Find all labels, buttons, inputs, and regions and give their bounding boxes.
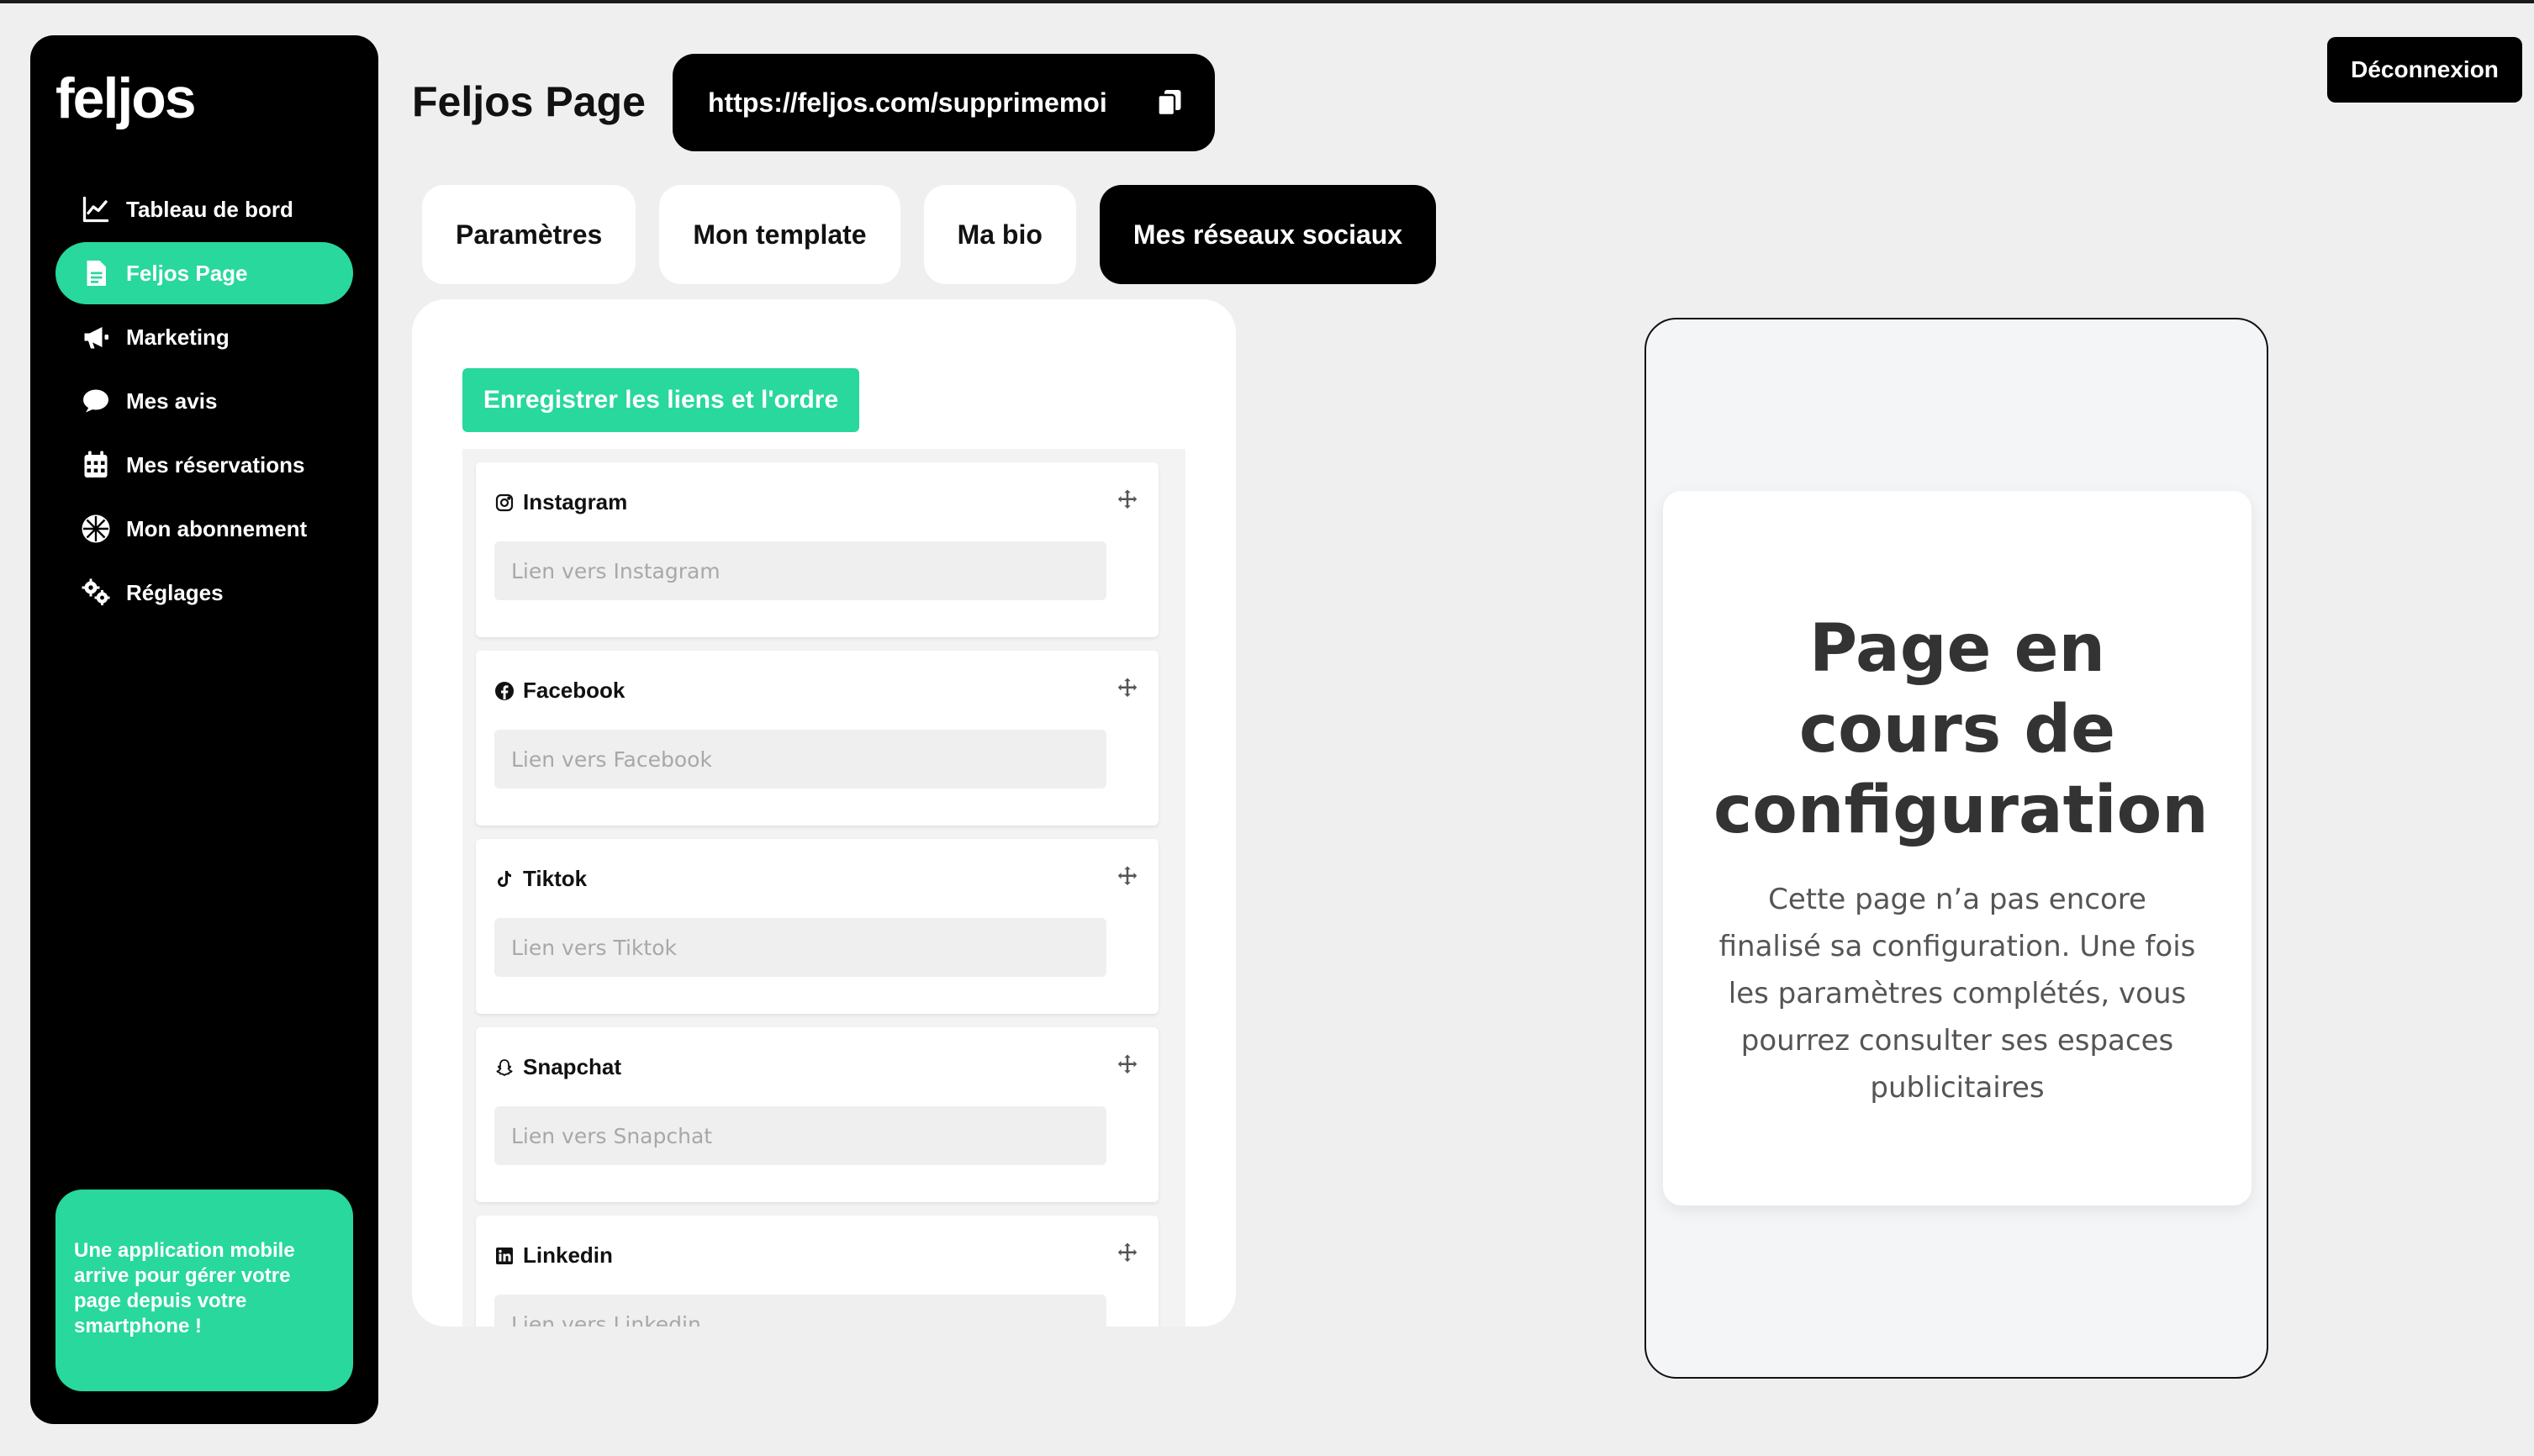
facebook-icon [495, 681, 514, 700]
page-preview-frame: Page en cours de configuration Cette pag… [1644, 318, 2268, 1379]
list-item-linkedin: Linkedin [476, 1216, 1159, 1327]
sidebar-item-label: Mes réservations [126, 451, 305, 477]
social-header: Linkedin [494, 1242, 613, 1269]
sidebar-nav: Tableau de bord Feljos Page Marketing Me… [55, 178, 353, 625]
tiktok-icon [498, 870, 511, 887]
social-name: Instagram [523, 489, 628, 514]
sidebar-item-reviews[interactable]: Mes avis [55, 370, 353, 432]
page-url-box: https://feljos.com/supprimemoi [673, 54, 1215, 151]
social-links-card: Enregistrer les liens et l'ordre Instagr… [412, 299, 1236, 1327]
social-header: Instagram [494, 489, 627, 515]
drag-handle-icon[interactable] [1115, 1052, 1140, 1078]
list-item-snapchat: Snapchat [476, 1027, 1159, 1202]
tab-social-networks[interactable]: Mes réseaux sociaux [1099, 185, 1437, 284]
social-name: Snapchat [523, 1054, 622, 1079]
sidebar-item-label: Marketing [126, 324, 230, 350]
social-header: Facebook [494, 678, 625, 704]
sidebar-item-label: Feljos Page [126, 260, 248, 286]
social-header: Snapchat [494, 1054, 621, 1080]
sidebar-item-feljos-page[interactable]: Feljos Page [55, 242, 353, 304]
preview-card: Page en cours de configuration Cette pag… [1663, 491, 2252, 1205]
page-title: Feljos Page [412, 78, 646, 125]
linkedin-link-input[interactable] [494, 1295, 1106, 1327]
copy-icon[interactable] [1154, 87, 1185, 118]
sidebar-item-label: Mes avis [126, 388, 218, 414]
tab-bio[interactable]: Ma bio [923, 185, 1076, 284]
facebook-link-input[interactable] [494, 730, 1106, 789]
chat-bubble-icon [79, 384, 113, 418]
ball-icon [79, 512, 113, 546]
sidebar-item-settings[interactable]: Réglages [55, 562, 353, 624]
sidebar-item-label: Tableau de bord [126, 196, 293, 222]
tab-settings[interactable]: Paramètres [422, 185, 636, 284]
calendar-icon [79, 448, 113, 482]
drag-handle-icon[interactable] [1115, 676, 1140, 701]
page-url[interactable]: https://feljos.com/supprimemoi [708, 87, 1107, 119]
drag-handle-icon[interactable] [1115, 488, 1140, 513]
instagram-icon [495, 493, 514, 511]
logout-button[interactable]: Déconnexion [2327, 37, 2522, 103]
sidebar-item-marketing[interactable]: Marketing [55, 306, 353, 368]
list-item-instagram: Instagram [476, 462, 1159, 637]
snapchat-icon [496, 1058, 513, 1076]
tab-bar: Paramètres Mon template Ma bio Mes résea… [422, 185, 1460, 284]
instagram-link-input[interactable] [494, 541, 1106, 600]
sidebar-item-label: Mon abonnement [126, 515, 308, 541]
logo[interactable]: feljos [55, 66, 197, 131]
preview-text: Cette page n’a pas encore finalisé sa co… [1718, 883, 2196, 1105]
list-item-tiktok: Tiktok [476, 839, 1159, 1014]
linkedin-icon [496, 1247, 513, 1264]
social-name: Linkedin [523, 1242, 613, 1268]
social-name: Facebook [523, 678, 626, 703]
mobile-app-promo: Une application mobile arrive pour gérer… [55, 1190, 353, 1391]
tiktok-link-input[interactable] [494, 918, 1106, 977]
sidebar-item-label: Réglages [126, 579, 224, 605]
megaphone-icon [79, 320, 113, 354]
drag-handle-icon[interactable] [1115, 1241, 1140, 1266]
save-links-button[interactable]: Enregistrer les liens et l'ordre [462, 368, 859, 432]
sidebar-item-reservations[interactable]: Mes réservations [55, 434, 353, 496]
list-item-facebook: Facebook [476, 651, 1159, 826]
social-header: Tiktok [494, 866, 587, 892]
social-links-list: Instagram Facebook Tiktok [462, 449, 1185, 1327]
snapchat-link-input[interactable] [494, 1106, 1106, 1165]
sidebar: feljos Tableau de bord Feljos Page Marke… [30, 35, 378, 1424]
social-name: Tiktok [523, 866, 588, 891]
drag-handle-icon[interactable] [1115, 864, 1140, 889]
chart-line-icon [79, 193, 113, 226]
sidebar-item-dashboard[interactable]: Tableau de bord [55, 178, 353, 240]
gears-icon [79, 576, 113, 609]
preview-title: Page en cours de configuration [1713, 611, 2209, 848]
sidebar-item-subscription[interactable]: Mon abonnement [55, 498, 353, 560]
tab-template[interactable]: Mon template [659, 185, 900, 284]
document-icon [79, 256, 113, 290]
